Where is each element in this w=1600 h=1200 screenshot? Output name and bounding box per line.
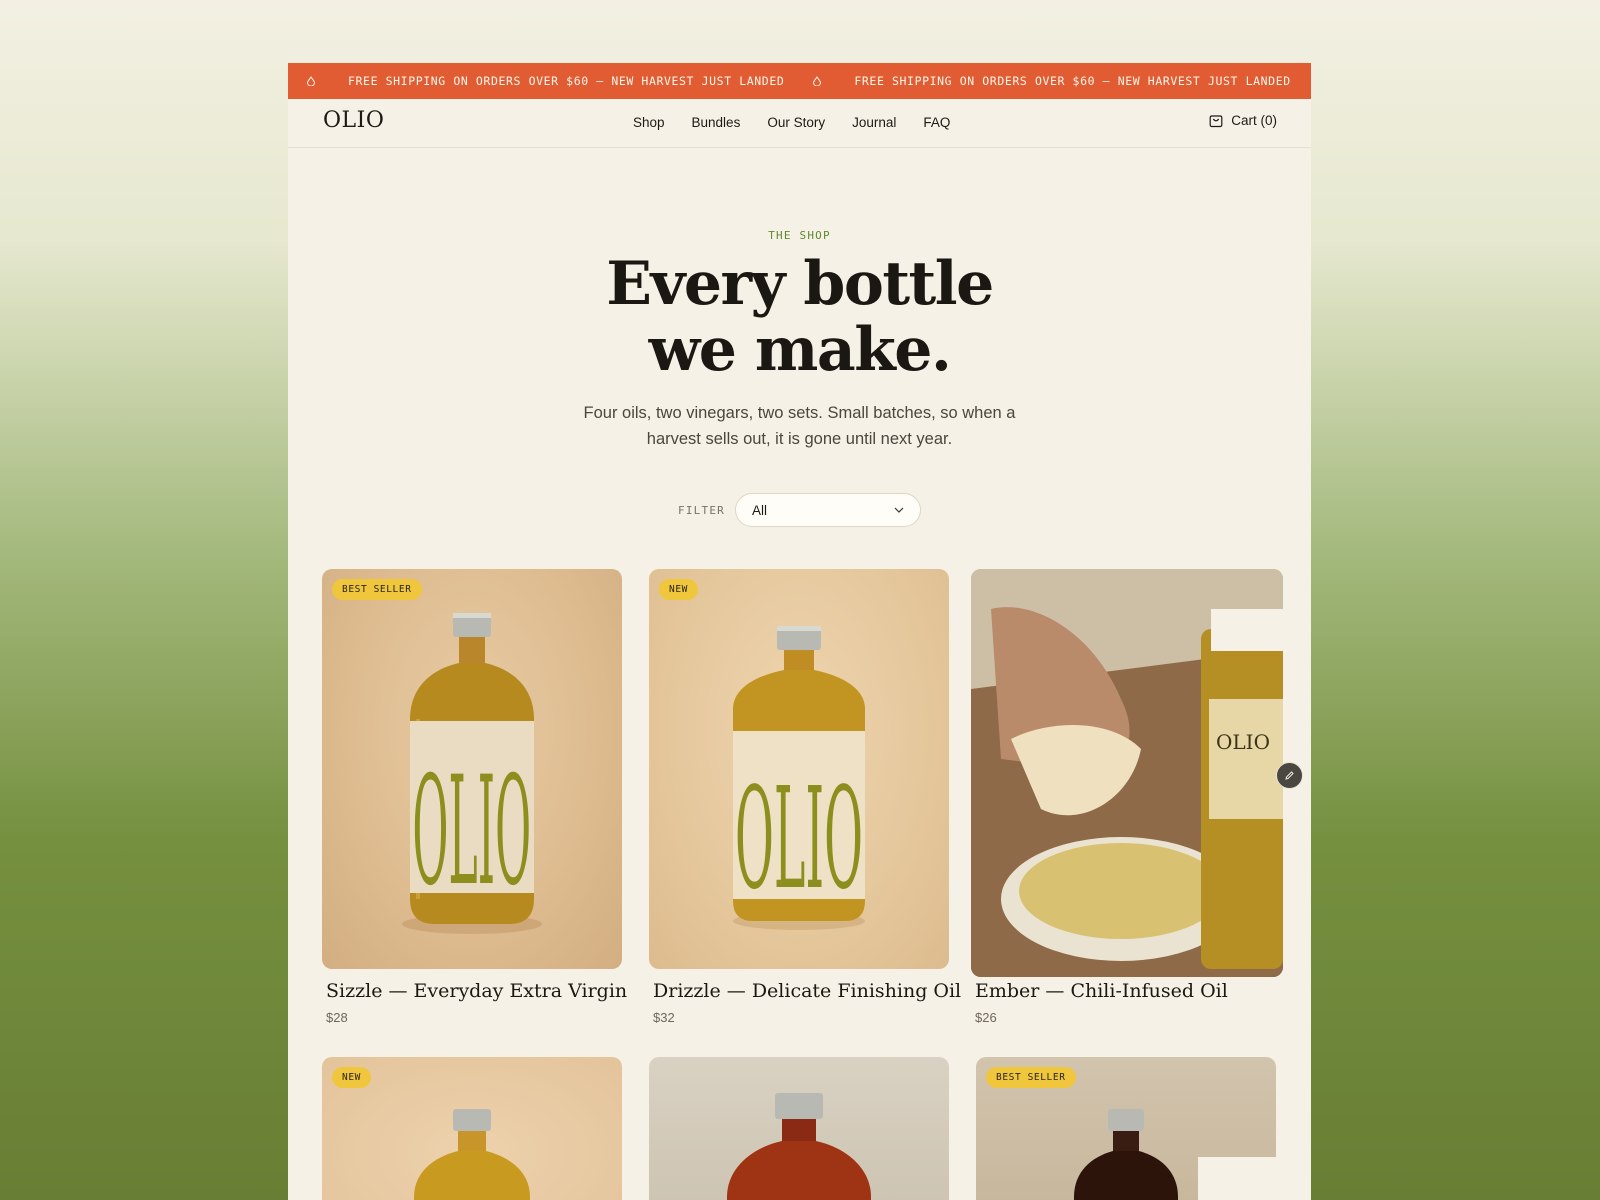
product-image[interactable]: NEW [322, 1057, 622, 1200]
cart-label: Cart (0) [1231, 113, 1277, 128]
olive-drop-icon [812, 76, 822, 86]
product-badge: BEST SELLER [986, 1067, 1076, 1088]
product-image[interactable] [649, 1057, 949, 1200]
bottle-label-text: OLIO [412, 744, 531, 918]
product-image[interactable]: NEW OLIO [649, 569, 949, 969]
page-intro: Four oils, two vinegars, two sets. Small… [583, 404, 1016, 448]
product-badge: NEW [659, 579, 698, 600]
product-card[interactable]: OLIO Ember — Chili-Infused Oil $26 [971, 569, 1283, 1029]
page-title: Every bottle we make. [288, 251, 1311, 383]
page-title-line-1: Every bottle [606, 249, 994, 319]
bottle-label-text: OLIO [1216, 730, 1270, 754]
bottle-label-text: OLIO [735, 758, 863, 921]
pencil-icon [1285, 771, 1294, 780]
product-price: $26 [975, 1010, 997, 1025]
nav-link-shop[interactable]: Shop [633, 115, 665, 130]
cart-button[interactable]: Cart (0) [1209, 113, 1277, 128]
product-card[interactable]: NEW OLIO Drizzle — Delicate Finishing Oi… [649, 569, 961, 1029]
site-header: OLIO Shop Bundles Our Story Journal FAQ … [288, 99, 1311, 148]
product-title[interactable]: Ember — Chili-Infused Oil [975, 980, 1228, 1002]
announcement-text: FREE SHIPPING ON ORDERS OVER $60 — NEW H… [854, 74, 1291, 88]
announcement-text: FREE SHIPPING ON ORDERS OVER $60 — NEW H… [348, 74, 785, 88]
oil-bottle-illustration: OLIO [402, 613, 542, 934]
product-price: $32 [653, 1010, 675, 1025]
announcement-item: FREE SHIPPING ON ORDERS OVER $60 — NEW H… [812, 74, 1290, 88]
product-badge: BEST SELLER [332, 579, 422, 600]
nav-link-journal[interactable]: Journal [852, 115, 896, 130]
announcement-bar: FREE SHIPPING ON ORDERS OVER $60 — NEW H… [288, 63, 1311, 99]
product-title[interactable]: Sizzle — Everyday Extra Virgin [326, 980, 627, 1002]
site-logo[interactable]: OLIO [323, 108, 384, 133]
filter-select[interactable]: All [734, 493, 921, 527]
main-nav: Shop Bundles Our Story Journal FAQ [633, 115, 977, 130]
nav-link-our-story[interactable]: Our Story [767, 115, 825, 130]
oil-bottle-illustration: OLIO [733, 626, 865, 930]
announcement-item: FREE SHIPPING ON ORDERS OVER $60 — NEW H… [306, 74, 784, 88]
vinegar-bottle-illustration [727, 1093, 871, 1200]
product-image[interactable]: OLIO [971, 569, 1283, 977]
page-title-line-2: we make. [648, 315, 952, 385]
shop-page: FREE SHIPPING ON ORDERS OVER $60 — NEW H… [288, 63, 1311, 1200]
nav-link-faq[interactable]: FAQ [923, 115, 950, 130]
nav-link-bundles[interactable]: Bundles [692, 115, 741, 130]
edit-button[interactable] [1276, 762, 1303, 789]
filter-row: FILTER All [288, 493, 1311, 527]
product-card[interactable]: NEW [322, 1057, 622, 1200]
product-badge: NEW [332, 1067, 371, 1088]
section-eyebrow: THE SHOP [768, 229, 831, 242]
product-card[interactable] [649, 1057, 949, 1200]
filter-selected-value: All [751, 502, 767, 518]
product-card[interactable]: BEST SELLER [976, 1057, 1276, 1200]
chevron-down-icon [894, 507, 904, 513]
lifestyle-photo: OLIO [971, 569, 1283, 977]
product-image[interactable]: BEST SELLER [976, 1057, 1276, 1200]
product-card[interactable]: BEST SELLER OLIO Sizzle — Everyday Extra… [322, 569, 627, 1029]
product-title[interactable]: Drizzle — Delicate Finishing Oil [653, 980, 961, 1002]
product-price: $28 [326, 1010, 348, 1025]
product-image[interactable]: BEST SELLER OLIO [322, 569, 622, 969]
cart-icon [1209, 114, 1223, 128]
olive-drop-icon [306, 76, 316, 86]
filter-label: FILTER [678, 503, 725, 517]
